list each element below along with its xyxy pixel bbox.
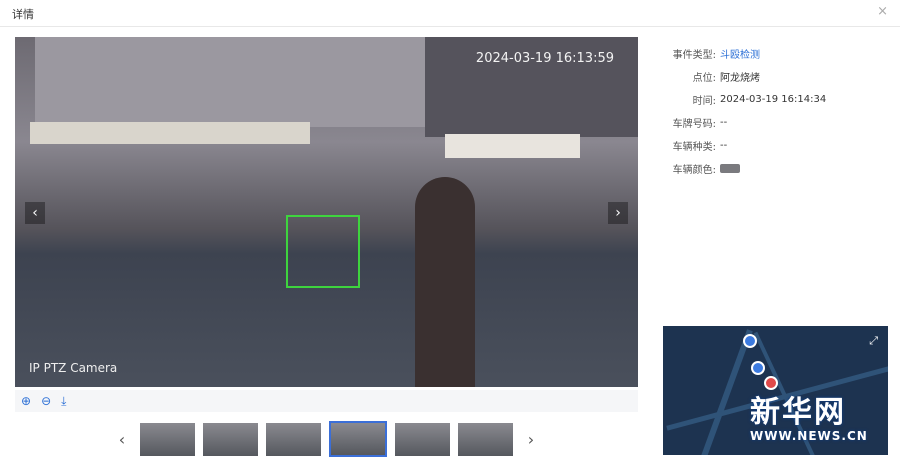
download-icon[interactable]: ⤓	[61, 394, 66, 409]
event-type-value[interactable]: 斗殴检测	[720, 46, 760, 61]
video-toolbar: ⊕ ⊖ ⤓	[15, 390, 638, 412]
label: 车辆颜色:	[672, 165, 716, 176]
label: 车牌号码:	[672, 119, 716, 130]
map-road	[699, 329, 753, 455]
expand-icon[interactable]: ⤢	[869, 334, 878, 348]
vehicle-color-swatch	[720, 164, 740, 173]
video-frame: 2024-03-19 16:13:59 IP PTZ Camera ‹ ›	[15, 37, 638, 387]
watermark-url: WWW.NEWS.CN	[750, 429, 868, 443]
location-row: 点位: 阿龙烧烤	[668, 65, 826, 88]
time-row: 时间: 2024-03-19 16:14:34	[668, 88, 827, 111]
vehicle-type-value: --	[720, 140, 728, 151]
thumbnail[interactable]	[395, 422, 450, 456]
vehicle-color-row: 车辆颜色:	[668, 157, 826, 180]
building	[35, 37, 425, 127]
thumbnail[interactable]	[140, 422, 195, 456]
prev-frame-button[interactable]: ‹	[25, 202, 45, 224]
zoom-in-icon[interactable]: ⊕	[21, 394, 31, 408]
event-type-row: 事件类型: 斗殴检测	[668, 42, 826, 65]
watermark-text: 新华网	[750, 395, 846, 430]
label: 事件类型:	[672, 50, 716, 61]
detection-box	[286, 215, 360, 288]
close-icon[interactable]: ×	[877, 4, 888, 19]
shop-sign	[30, 122, 310, 144]
next-frame-button[interactable]: ›	[608, 202, 628, 224]
thumbnails-next-button[interactable]: ›	[521, 430, 541, 449]
divider	[0, 26, 900, 27]
thumbnail[interactable]	[203, 422, 258, 456]
label: 车辆种类:	[672, 142, 716, 153]
plate-value: --	[720, 117, 728, 128]
label: 点位:	[692, 73, 716, 84]
thumbnails-prev-button[interactable]: ‹	[112, 430, 132, 449]
video-timestamp: 2024-03-19 16:13:59	[475, 51, 614, 66]
zoom-out-icon[interactable]: ⊖	[41, 394, 51, 408]
thumbnail[interactable]	[266, 422, 321, 456]
camera-pin-icon[interactable]	[751, 361, 765, 375]
location-value: 阿龙烧烤	[720, 73, 760, 84]
time-value: 2024-03-19 16:14:34	[720, 94, 827, 105]
plate-row: 车牌号码: --	[668, 111, 826, 134]
label: 时间:	[692, 96, 716, 107]
thumbnail-selected[interactable]	[329, 421, 387, 457]
event-info: 事件类型: 斗殴检测 点位: 阿龙烧烤 时间: 2024-03-19 16:14:34…	[668, 42, 827, 180]
dialog-title: 详情	[12, 8, 34, 21]
camera-label: IP PTZ Camera	[29, 361, 118, 375]
camera-pin-icon[interactable]	[743, 334, 757, 348]
thumbnail[interactable]	[458, 422, 513, 456]
shop-sign	[445, 134, 580, 158]
thumbnail-strip: ‹ ›	[112, 421, 541, 457]
vehicle-type-row: 车辆种类: --	[668, 134, 826, 157]
umbrella	[415, 177, 475, 387]
watermark-logo: 新华网 WWW.NEWS.CN	[750, 387, 868, 443]
